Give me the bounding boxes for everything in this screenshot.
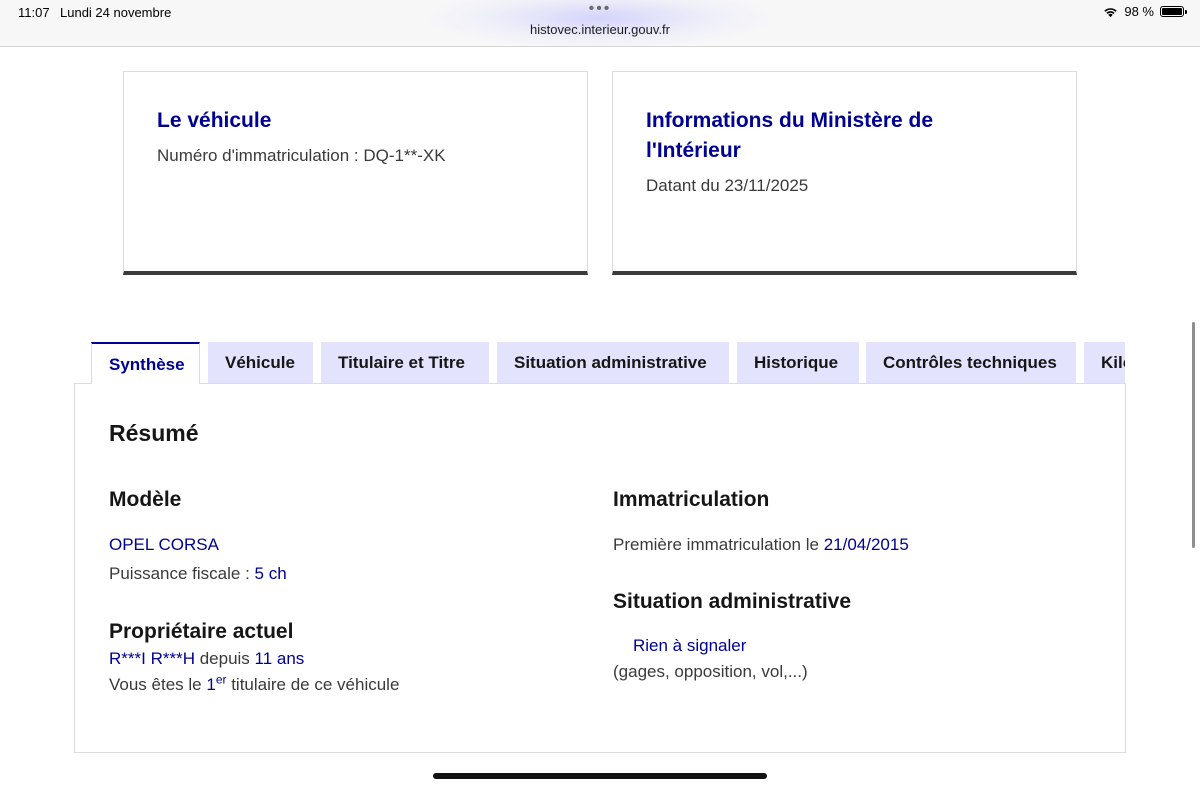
tab-synthese[interactable]: Synthèse: [91, 342, 200, 384]
admin-situation-detail: (gages, opposition, vol,...): [613, 662, 808, 681]
admin-situation-heading: Situation administrative: [613, 590, 852, 613]
vehicle-card-title: Le véhicule: [157, 109, 272, 132]
fiscal-power: Puissance fiscale : 5 ch: [109, 562, 287, 586]
multitasking-dots-icon[interactable]: •••: [0, 0, 1200, 19]
owner-rank-sup: er: [215, 672, 227, 687]
first-registration: Première immatriculation le 21/04/2015: [613, 533, 909, 557]
owner-name: R***I R***H: [109, 649, 195, 668]
admin-situation-status: Rien à signaler: [633, 636, 747, 655]
owner-since-value: 11 ans: [254, 649, 305, 668]
owner-rank-prefix: Vous êtes le: [109, 675, 207, 694]
model-heading: Modèle: [109, 488, 182, 511]
owner-line: R***I R***H depuis 11 ans: [109, 647, 304, 671]
tab-historique[interactable]: Historique: [737, 342, 859, 384]
first-registration-label: Première immatriculation le: [613, 535, 824, 554]
owner-rank-number: 1: [206, 675, 216, 694]
page-scrollbar[interactable]: [1192, 322, 1195, 548]
status-right-group: 98 %: [1103, 4, 1187, 19]
battery-fill: [1162, 8, 1182, 15]
address-bar-url[interactable]: histovec.interieur.gouv.fr: [0, 22, 1200, 37]
tab-vehicule[interactable]: Véhicule: [208, 342, 313, 384]
registration-heading: Immatriculation: [613, 488, 770, 511]
ministry-card: Informations du Ministère de l'Intérieur…: [612, 71, 1077, 275]
tab-kilometrage[interactable]: Kilométrage: [1084, 342, 1125, 384]
ministry-data-date: Datant du 23/11/2025: [646, 176, 809, 195]
tab-bar: Synthèse Véhicule Titulaire et Titre Sit…: [91, 342, 1125, 384]
fiscal-power-value: 5 ch: [254, 564, 287, 583]
first-registration-date: 21/04/2015: [823, 535, 909, 554]
fiscal-power-label: Puissance fiscale :: [109, 564, 255, 583]
battery-percentage: 98 %: [1124, 4, 1154, 19]
tab-titulaire-et-titre[interactable]: Titulaire et Titre: [321, 342, 489, 384]
owner-heading: Propriétaire actuel: [109, 620, 294, 643]
summary-heading: Résumé: [109, 420, 199, 446]
plate-number: Numéro d'immatriculation : DQ-1**-XK: [157, 146, 446, 165]
tab-situation-administrative[interactable]: Situation administrative: [497, 342, 729, 384]
vehicle-card: Le véhicule Numéro d'immatriculation : D…: [123, 71, 588, 275]
synthese-panel: Résumé Modèle OPEL CORSA Puissance fisca…: [74, 383, 1126, 753]
owner-rank-suffix: titulaire de ce véhicule: [226, 675, 400, 694]
owner-since-label: depuis: [194, 649, 255, 668]
ministry-card-title: Informations du Ministère de l'Intérieur: [646, 109, 934, 162]
wifi-icon: [1104, 7, 1118, 17]
battery-tip: [1185, 10, 1187, 14]
home-indicator[interactable]: [433, 773, 767, 779]
tab-controles-techniques[interactable]: Contrôles techniques: [866, 342, 1076, 384]
owner-rank: Vous êtes le 1er titulaire de ce véhicul…: [109, 673, 399, 697]
battery-icon: [1160, 6, 1187, 17]
status-bar: 11:07 Lundi 24 novembre ••• histovec.int…: [0, 0, 1200, 48]
model-name: OPEL CORSA: [109, 535, 219, 554]
